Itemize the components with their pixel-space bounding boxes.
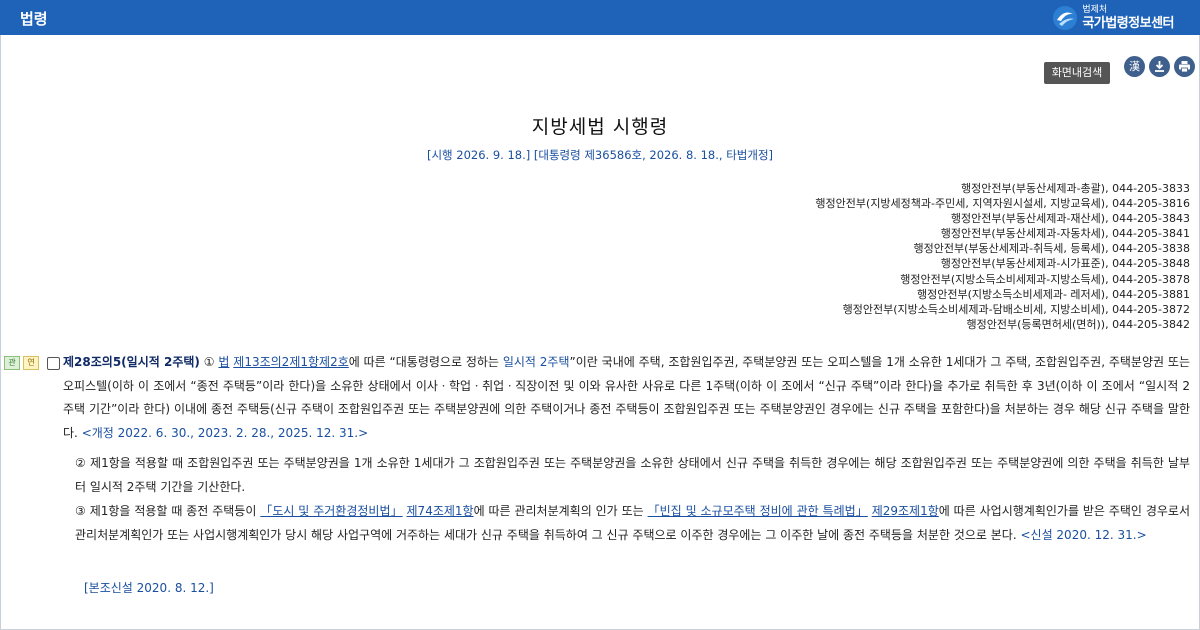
enforcement-info[interactable]: [시행 2026. 9. 18.] [대통령령 제36586호, 2026. 8… <box>0 147 1200 163</box>
article-origin-note: [본조신설 2020. 8. 12.] <box>84 581 214 595</box>
article-paragraph-3: ③ 제1항을 적용할 때 종전 주택등이 「도시 및 주거환경정비법」 제74조… <box>75 500 1190 547</box>
article-ref-link[interactable]: 제13조의2 <box>233 355 289 369</box>
defined-term[interactable]: 일시적 2주택 <box>503 355 570 369</box>
print-icon <box>1179 61 1190 73</box>
history-badge[interactable]: 연 <box>23 356 39 370</box>
law-title: 지방세법 시행령 <box>531 116 669 138</box>
amendment-history[interactable]: <개정 2022. 6. 30., 2023. 2. 28., 2025. 12… <box>82 426 368 440</box>
hanja-toggle-button[interactable]: 漢 <box>1124 56 1145 77</box>
amendment-history[interactable]: <신설 2020. 12. 31.> <box>1020 528 1146 542</box>
contact-line: 행정안전부(부동산세제과-자동차세), 044-205-3841 <box>940 227 1190 241</box>
article-select-checkbox[interactable] <box>47 357 60 370</box>
logo-swirl-icon <box>1053 6 1078 30</box>
contact-line: 행정안전부(부동산세제과-총괄), 044-205-3833 <box>960 182 1190 195</box>
paragraph-text: ③ 제1항을 적용할 때 종전 주택등이 <box>75 504 261 518</box>
top-bar: 법령 법제처 국가법령정보센터 <box>0 0 1200 35</box>
contact-line: 행정안전부(부동산세제과-시가표준), 044-205-3848 <box>940 257 1190 271</box>
related-law-badge[interactable]: 관 <box>4 356 20 370</box>
clause-ref-link[interactable]: 제1항 <box>444 504 474 518</box>
logo-small-text: 법제처 <box>1082 5 1108 15</box>
article-paragraph-2: ② 제1항을 적용할 때 조합원입주권 또는 주택분양권을 1개 소유한 1세대… <box>75 456 1190 494</box>
section-title: 법령 <box>20 10 48 28</box>
law-link[interactable]: 법 <box>218 355 229 369</box>
logo-big-text: 국가법령정보센터 <box>1082 16 1174 31</box>
article-ref-link[interactable]: 제29조 <box>872 504 909 518</box>
paragraph-number: ① <box>203 355 219 369</box>
hanja-icon: 漢 <box>1129 60 1140 73</box>
contact-line: 행정안전부(지방소득소비세제과-지방소득세), 044-205-3878 <box>900 272 1190 286</box>
contact-line: 행정안전부(지방세정책과-주민세, 지역자원시설세, 지방교육세), 044-2… <box>815 197 1190 211</box>
law-link[interactable]: 「도시 및 주거환경정비법」 <box>260 504 402 518</box>
article-ref-link[interactable]: 제74조 <box>407 504 444 518</box>
paragraph-text: 에 따른 “대통령령으로 정하는 <box>348 355 503 369</box>
article-heading[interactable]: 제28조의5(일시적 2주택) <box>63 355 200 369</box>
contact-line: 행정안전부(부동산세제과-재산세), 044-205-3843 <box>950 212 1190 226</box>
law-link[interactable]: 「빈집 및 소규모주택 정비에 관한 특례법」 <box>648 504 868 518</box>
clause-ref-link[interactable]: 제1항 <box>909 504 939 518</box>
download-button[interactable] <box>1149 56 1170 77</box>
download-icon <box>1155 61 1164 72</box>
national-law-center-logo[interactable]: 법제처 국가법령정보센터 <box>1052 3 1174 33</box>
contact-line: 행정안전부(부동산세제과-취득세, 등록세), 044-205-3838 <box>913 242 1190 256</box>
ministry-contacts: 행정안전부(부동산세제과-총괄), 044-205-3833 행정안전부(지방세… <box>815 181 1190 332</box>
article-badges: 관 연 <box>4 356 39 370</box>
clause-ref-link[interactable]: 제1항 <box>289 355 319 369</box>
contact-line: 행정안전부(지방소득소비세제과- 레저세), 044-205-3881 <box>916 287 1190 301</box>
print-button[interactable] <box>1174 56 1195 77</box>
contact-line: 행정안전부(지방소득소비세제과-담배소비세, 지방소비세), 044-205-3… <box>842 302 1190 316</box>
paragraph-text: 에 따른 관리처분계획의 인가 또는 <box>473 504 648 518</box>
article-paragraph-1: 제28조의5(일시적 2주택) ① 법 제13조의2제1항제2호에 따른 “대통… <box>63 351 1190 445</box>
item-ref-link[interactable]: 제2호 <box>319 355 349 369</box>
contact-line: 행정안전부(등록면허세(면허)), 044-205-3842 <box>966 317 1190 331</box>
in-page-search-button[interactable]: 화면내검색 <box>1044 62 1110 84</box>
